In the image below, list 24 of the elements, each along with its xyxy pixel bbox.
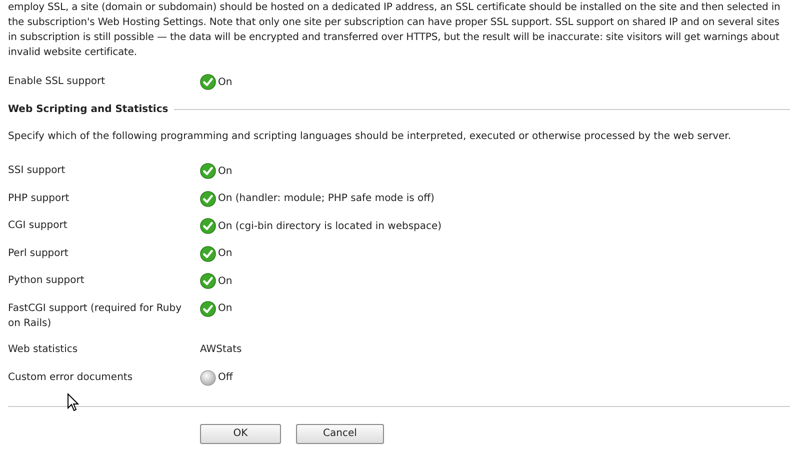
status-text: On — [218, 302, 232, 316]
section-title: Web Scripting and Statistics — [8, 104, 168, 115]
status-text: On — [218, 164, 232, 178]
field-label: Enable SSL support — [8, 75, 106, 89]
status-text: On — [218, 76, 232, 90]
intro-paragraph: employ SSL, a site (domain or subdomain) should be hosted on a dedicated IP address, an SSL certificate should be installed on the site and then selected in the subscription's Web Hosting Settings. Note that only one site per subscription can have proper SSL support. SSL support on shared IP and on several sites in subscription is still possible — the data will be encrypted and transferred over HTTPS, but the result will be inaccurate: site visitors will get warnings about invalid website certificate. — [8, 1, 782, 60]
section-description: Specify which of the following programming and scripting languages should be interpreted, executed or otherwise processed by the web server. — [8, 130, 732, 144]
cancel-button[interactable]: Cancel — [296, 424, 384, 444]
field-label: FastCGI support (required for Ruby on Rails) — [8, 302, 183, 330]
field-label: Custom error documents — [8, 370, 134, 384]
status-text: Off — [218, 371, 233, 385]
field-label: Web statistics — [8, 343, 79, 357]
field-label: Perl support — [8, 246, 70, 260]
status-text: On — [218, 247, 232, 261]
mouse-cursor-icon — [67, 393, 79, 412]
field-label: Python support — [8, 274, 86, 288]
status-text: On (handler: module; PHP safe mode is off) — [218, 192, 434, 206]
field-label: PHP support — [8, 192, 70, 206]
field-label: SSI support — [8, 164, 66, 178]
field-value: AWStats — [200, 343, 242, 357]
ok-button[interactable]: OK — [200, 424, 281, 444]
status-text: On — [218, 274, 232, 288]
status-text: On (cgi-bin directory is located in webspace) — [218, 220, 442, 234]
field-label: CGI support — [8, 219, 68, 233]
